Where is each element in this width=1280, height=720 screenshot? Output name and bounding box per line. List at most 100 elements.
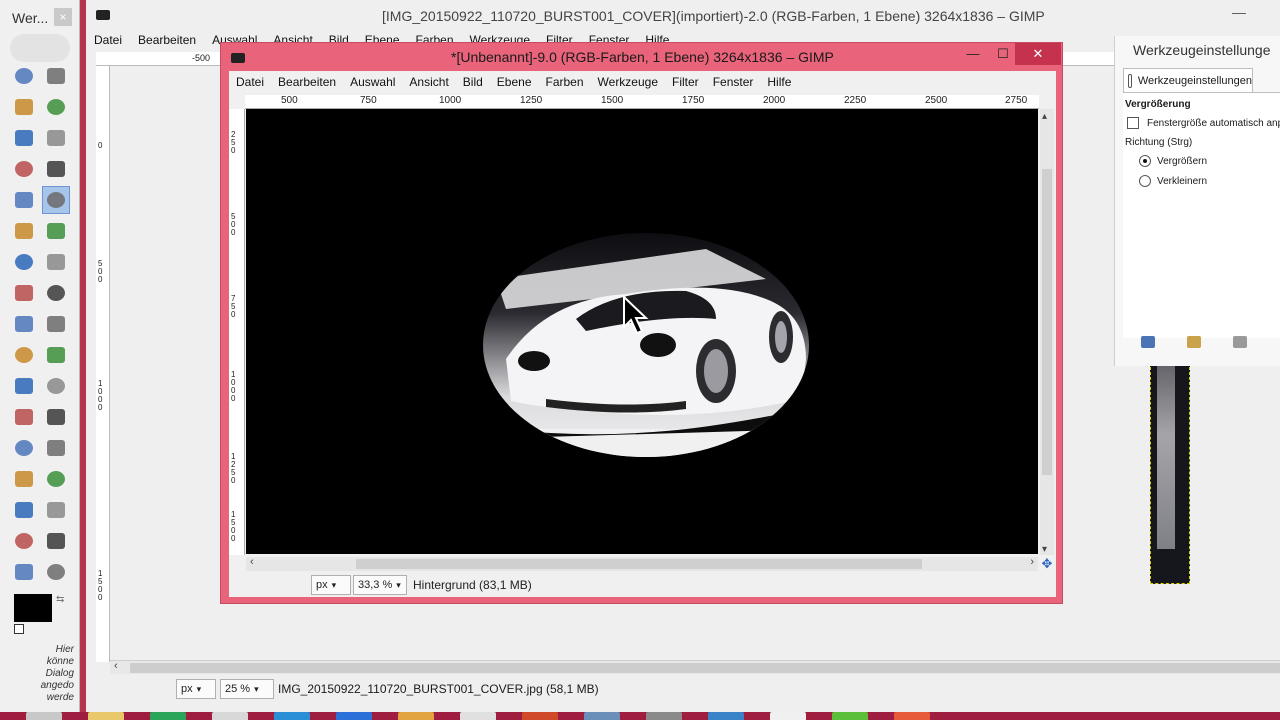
menu-filter[interactable]: Filter [665,75,706,89]
unit-select[interactable]: px ▾ [311,575,351,595]
tool-button[interactable] [10,279,38,307]
foreground-color-swatch[interactable] [14,594,52,622]
menu-datei[interactable]: Datei [86,33,130,51]
window-menu-icon[interactable] [231,53,245,63]
fuzzy-select-icon [47,99,65,115]
taskbar-button[interactable] [274,712,310,720]
scroll-right-icon[interactable]: › [1030,556,1034,568]
tool-button[interactable] [42,496,70,524]
zoom-select[interactable]: 25 % ▾ [220,679,274,699]
menu-auswahl[interactable]: Auswahl [343,75,402,89]
taskbar-button[interactable] [522,712,558,720]
tool-button[interactable] [42,155,70,183]
tool-button[interactable] [42,186,70,214]
delete-options-icon[interactable] [1233,336,1247,348]
save-options-icon[interactable] [1141,336,1155,348]
scroll-left-icon[interactable]: ‹ [114,660,118,672]
radio-zoom-in[interactable]: Vergrößern [1139,155,1207,167]
menu-bearbeiten[interactable]: Bearbeiten [130,33,204,51]
scroll-left-icon[interactable]: ‹ [250,556,254,568]
taskbar-button[interactable] [398,712,434,720]
navigate-icon[interactable]: ✥ [1040,557,1054,571]
menu-bild[interactable]: Bild [456,75,490,89]
tool-button[interactable] [10,527,38,555]
tool-button[interactable] [42,248,70,276]
tool-button[interactable] [42,434,70,462]
tool-button[interactable] [42,93,70,121]
horizontal-scrollbar[interactable]: ‹ [110,660,1280,674]
unit-select[interactable]: px ▾ [176,679,216,699]
menu-bearbeiten[interactable]: Bearbeiten [271,75,343,89]
taskbar-button[interactable] [212,712,248,720]
tool-button[interactable] [10,248,38,276]
menu-datei[interactable]: Datei [229,75,271,89]
menu-werkzeuge[interactable]: Werkzeuge [591,75,665,89]
toolbox-close-button[interactable]: × [54,8,72,26]
minimize-button[interactable]: — [1224,4,1254,26]
tool-button[interactable] [42,62,70,90]
zoom-select[interactable]: 33,3 % ▾ [353,575,407,595]
tool-button[interactable] [42,465,70,493]
ruler-label: 2500 [925,95,948,106]
tool-button[interactable] [42,558,70,586]
taskbar-button[interactable] [88,712,124,720]
taskbar-button[interactable] [708,712,744,720]
radio-zoom-out[interactable]: Verkleinern [1139,175,1207,187]
tool-button[interactable] [42,217,70,245]
scrollbar-thumb[interactable] [356,559,922,569]
image-canvas[interactable] [246,109,1038,554]
taskbar-button[interactable] [336,712,372,720]
tool-button[interactable] [10,124,38,152]
tool-button[interactable] [42,341,70,369]
scroll-down-icon[interactable]: ▾ [1042,544,1047,555]
window-menu-icon[interactable] [96,10,110,20]
taskbar-button[interactable] [460,712,496,720]
restore-options-icon[interactable] [1187,336,1201,348]
swap-colors-icon[interactable]: ⇆ [56,594,64,605]
default-colors-icon[interactable] [14,624,24,634]
close-button[interactable]: ✕ [1015,43,1061,65]
minimize-button[interactable]: — [957,43,989,65]
taskbar-button[interactable] [770,712,806,720]
tool-button[interactable] [10,155,38,183]
taskbar-button[interactable] [894,712,930,720]
scrollbar-thumb[interactable] [130,663,1280,673]
tool-button[interactable] [10,434,38,462]
checkbox-box[interactable] [1127,117,1139,129]
menu-ebene[interactable]: Ebene [490,75,539,89]
scrollbar-thumb[interactable] [1042,169,1052,475]
tool-button[interactable] [42,310,70,338]
radio-dot[interactable] [1139,155,1151,167]
tool-button[interactable] [10,341,38,369]
radio-dot[interactable] [1139,175,1151,187]
menu-hilfe[interactable]: Hilfe [760,75,798,89]
taskbar-button[interactable] [646,712,682,720]
tool-button[interactable] [42,403,70,431]
tool-button[interactable] [10,558,38,586]
tool-button[interactable] [10,310,38,338]
tool-button[interactable] [10,62,38,90]
tool-button[interactable] [10,403,38,431]
auto-resize-checkbox[interactable]: Fenstergröße automatisch anpa [1127,117,1280,129]
tool-button[interactable] [10,496,38,524]
tool-button[interactable] [10,465,38,493]
tool-button[interactable] [10,217,38,245]
tool-button[interactable] [10,372,38,400]
tool-button[interactable] [42,124,70,152]
scroll-up-icon[interactable]: ▴ [1042,111,1047,122]
tool-button[interactable] [42,372,70,400]
tool-button[interactable] [42,527,70,555]
menu-farben[interactable]: Farben [539,75,591,89]
tool-button[interactable] [42,279,70,307]
taskbar-button[interactable] [832,712,868,720]
horizontal-scrollbar[interactable]: ‹ › [246,556,1038,571]
vertical-scrollbar[interactable]: ▴ ▾ [1040,109,1054,555]
tool-button[interactable] [10,186,38,214]
menu-ansicht[interactable]: Ansicht [402,75,455,89]
taskbar-button[interactable] [26,712,62,720]
taskbar-button[interactable] [584,712,620,720]
tab-tool-options[interactable]: Werkzeugeinstellungen [1123,68,1253,92]
taskbar-button[interactable] [150,712,186,720]
tool-button[interactable] [10,93,38,121]
menu-fenster[interactable]: Fenster [706,75,761,89]
